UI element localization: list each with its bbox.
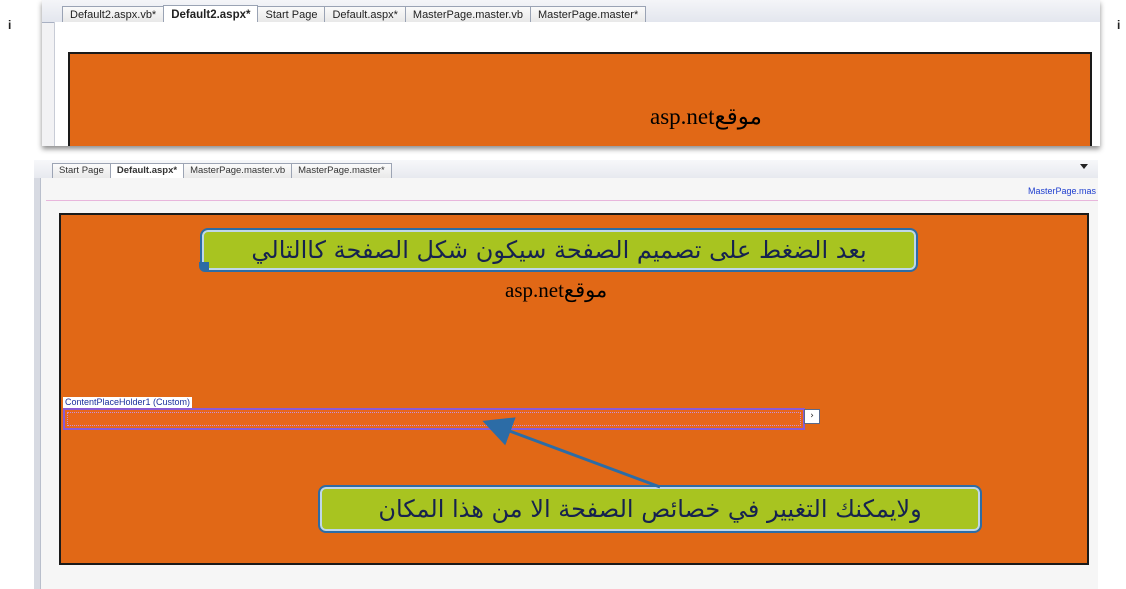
pointer-arrow <box>482 417 661 489</box>
arrow-line <box>482 417 661 489</box>
